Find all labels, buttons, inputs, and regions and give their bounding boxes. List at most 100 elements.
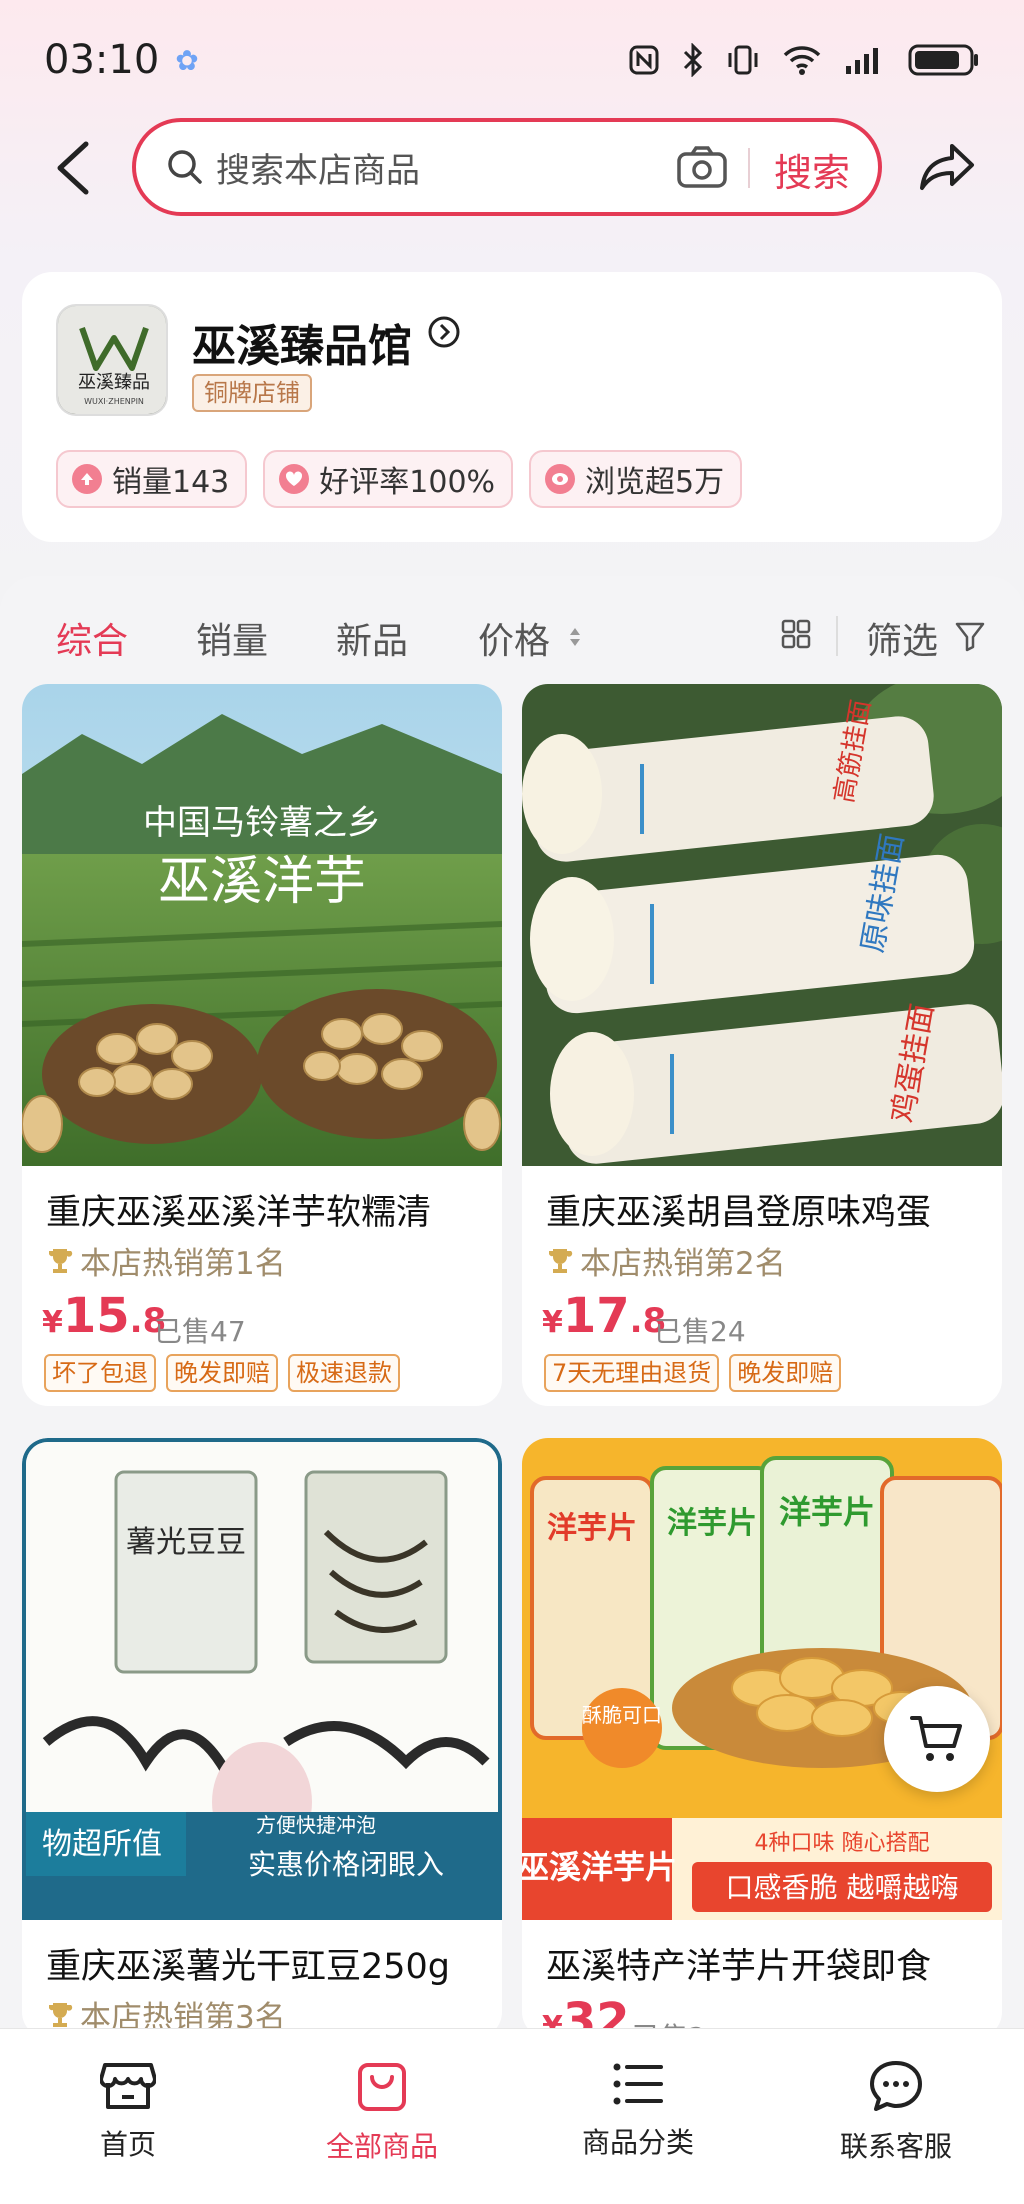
svg-text:方便快捷冲泡: 方便快捷冲泡	[256, 1813, 376, 1837]
price-integer: 17	[562, 1288, 630, 1344]
svg-text:巫溪洋芋片: 巫溪洋芋片	[522, 1848, 677, 1886]
store-level-badge: 铜牌店铺	[192, 374, 312, 412]
search-divider	[748, 148, 750, 188]
status-time: 03:10	[44, 37, 160, 83]
price-integer: 15	[62, 1288, 130, 1344]
nav-label: 首页	[99, 2128, 156, 2161]
service-tag: 极速退款	[288, 1354, 400, 1392]
store-name[interactable]: 巫溪臻品馆	[192, 310, 412, 374]
top-bar: 搜索本店商品 搜索	[0, 118, 1024, 218]
bag-icon	[358, 2063, 406, 2111]
product-tags: 坏了包退 晚发即赔 极速退款	[44, 1354, 400, 1392]
share-icon[interactable]	[918, 142, 976, 192]
grid-view-icon[interactable]	[780, 618, 812, 650]
store-stats: 销量143 好评率100% 浏览超5万	[56, 450, 743, 508]
svg-text:物超所值: 物超所值	[42, 1827, 162, 1862]
store-card[interactable]: 巫溪臻品 WUXI·ZHENPIN 巫溪臻品馆 铜牌店铺 销量143 好评率10…	[22, 272, 1002, 542]
search-bar[interactable]: 搜索本店商品 搜索	[132, 118, 882, 216]
search-input[interactable]: 搜索本店商品	[216, 143, 420, 192]
product-sold: 已售47	[154, 1315, 246, 1348]
svg-text:巫溪臻品: 巫溪臻品	[78, 372, 150, 393]
svg-text:中国马铃薯之乡: 中国马铃薯之乡	[143, 803, 381, 843]
product-sold: 已售24	[654, 1315, 746, 1348]
product-tags: 7天无理由退货 晚发即赔	[544, 1354, 842, 1392]
status-bar: 03:10 ✿	[0, 0, 1024, 120]
product-card[interactable]: 中国马铃薯之乡 巫溪洋芋 重庆巫溪巫溪洋芋软糯清 本店热销第1名 ¥15.8 已…	[22, 684, 502, 1406]
service-tag: 7天无理由退货	[544, 1354, 720, 1392]
svg-text:酥脆可口: 酥脆可口	[582, 1703, 662, 1727]
product-title[interactable]: 重庆巫溪巫溪洋芋软糯清	[46, 1184, 486, 1235]
service-tag: 坏了包退	[44, 1354, 156, 1392]
svg-text:洋芋片: 洋芋片	[667, 1506, 757, 1541]
nav-all-products[interactable]: 全部商品	[282, 2059, 482, 2165]
svg-text:巫溪洋芋: 巫溪洋芋	[158, 852, 366, 912]
trophy-icon	[49, 2002, 73, 2027]
store-icon	[100, 2063, 156, 2109]
product-price: ¥15.8	[42, 1288, 167, 1344]
wifi-icon	[783, 46, 821, 75]
store-logo: 巫溪臻品 WUXI·ZHENPIN	[56, 304, 168, 416]
cart-icon	[910, 1716, 962, 1761]
trophy-icon	[49, 1248, 73, 1273]
stat-label: 好评率100%	[319, 465, 496, 500]
product-image[interactable]: 中国马铃薯之乡 巫溪洋芋	[22, 684, 502, 1166]
heart-icon	[279, 464, 310, 494]
sort-tab-sales[interactable]: 销量	[196, 612, 268, 664]
arrow-up-icon	[72, 464, 102, 494]
product-image[interactable]: 洋芋片 洋芋片 洋芋片 酥脆可口 巫溪洋芋片 4种口味 随心搭配 口感香脆 越嚼…	[522, 1438, 1002, 1920]
nav-home[interactable]: 首页	[28, 2059, 228, 2163]
svg-text:口感香脆 越嚼越嗨: 口感香脆 越嚼越嗨	[726, 1871, 959, 1904]
potato-field-image: 中国马铃薯之乡 巫溪洋芋	[22, 684, 502, 1166]
svg-text:洋芋片: 洋芋片	[779, 1493, 875, 1531]
potato-chips-image: 洋芋片 洋芋片 洋芋片 酥脆可口 巫溪洋芋片 4种口味 随心搭配 口感香脆 越嚼…	[522, 1438, 1002, 1920]
sort-tab-comprehensive[interactable]: 综合	[56, 612, 128, 664]
nfc-icon	[629, 45, 659, 75]
eye-icon	[545, 464, 576, 494]
product-image[interactable]: 薯光豆豆 物超所值 方便快捷冲泡 实惠价格闭眼入	[22, 1438, 502, 1920]
battery-icon	[908, 44, 978, 76]
svg-text:实惠价格闭眼入: 实惠价格闭眼入	[248, 1848, 444, 1881]
store-logo-image: 巫溪臻品 WUXI·ZHENPIN	[58, 306, 166, 414]
sort-bar: 综合 销量 新品 价格 筛选	[0, 576, 1024, 686]
nav-label: 商品分类	[581, 2126, 694, 2159]
camera-icon[interactable]	[676, 144, 728, 190]
product-rank: 本店热销第1名	[46, 1238, 286, 1283]
back-icon[interactable]	[50, 140, 100, 196]
filter-icon[interactable]	[954, 620, 986, 652]
sort-divider	[836, 616, 838, 656]
stat-label: 浏览超5万	[585, 465, 725, 500]
nav-categories[interactable]: 商品分类	[538, 2059, 738, 2161]
bottom-nav: 首页 全部商品 商品分类 联系客服	[0, 2028, 1024, 2204]
product-rank: 本店热销第2名	[546, 1238, 786, 1283]
noodles-image: 高筋挂面 原味挂面 鸡蛋挂面	[522, 684, 1002, 1166]
chat-icon	[870, 2061, 922, 2111]
sort-tab-price[interactable]: 价格	[478, 612, 550, 664]
nav-label: 联系客服	[839, 2130, 952, 2163]
product-list-panel: 综合 销量 新品 价格 筛选 中国马铃薯之乡 巫溪洋芋 重庆巫溪巫溪洋芋软糯清 …	[0, 576, 1024, 2176]
stat-label: 销量143	[112, 465, 230, 500]
nav-label: 全部商品	[325, 2130, 438, 2163]
sort-arrows-icon[interactable]	[568, 626, 582, 648]
product-image[interactable]: 高筋挂面 原味挂面 鸡蛋挂面	[522, 684, 1002, 1166]
svg-text:薯光豆豆: 薯光豆豆	[126, 1525, 246, 1560]
product-title[interactable]: 巫溪特产洋芋片开袋即食	[546, 1938, 986, 1989]
product-title[interactable]: 重庆巫溪胡昌登原味鸡蛋	[546, 1184, 986, 1235]
stat-views: 浏览超5万	[529, 450, 743, 508]
chevron-right-circle-icon[interactable]	[428, 316, 460, 348]
svg-text:4种口味 随心搭配: 4种口味 随心搭配	[755, 1831, 930, 1856]
product-rank-text: 本店热销第1名	[80, 1246, 286, 1282]
search-button[interactable]: 搜索	[774, 142, 850, 197]
bluetooth-icon	[683, 43, 703, 77]
sort-tab-new[interactable]: 新品	[336, 612, 408, 664]
product-title[interactable]: 重庆巫溪薯光干豇豆250g	[46, 1938, 486, 1989]
product-rank-text: 本店热销第2名	[580, 1246, 786, 1282]
product-card[interactable]: 薯光豆豆 物超所值 方便快捷冲泡 实惠价格闭眼入 重庆巫溪薯光干豇豆250g 本…	[22, 1438, 502, 2038]
floating-cart-button[interactable]	[884, 1686, 990, 1792]
product-card[interactable]: 高筋挂面 原味挂面 鸡蛋挂面 重庆巫溪胡昌登原味鸡蛋 本店热销第2名 ¥17.8…	[522, 684, 1002, 1406]
svg-text:WUXI·ZHENPIN: WUXI·ZHENPIN	[84, 397, 144, 406]
vibrate-icon	[728, 45, 758, 75]
filter-button[interactable]: 筛选	[866, 612, 938, 664]
nav-customer-service[interactable]: 联系客服	[796, 2059, 996, 2165]
app-notification-icon: ✿	[175, 43, 199, 77]
service-tag: 晚发即赔	[166, 1354, 278, 1392]
